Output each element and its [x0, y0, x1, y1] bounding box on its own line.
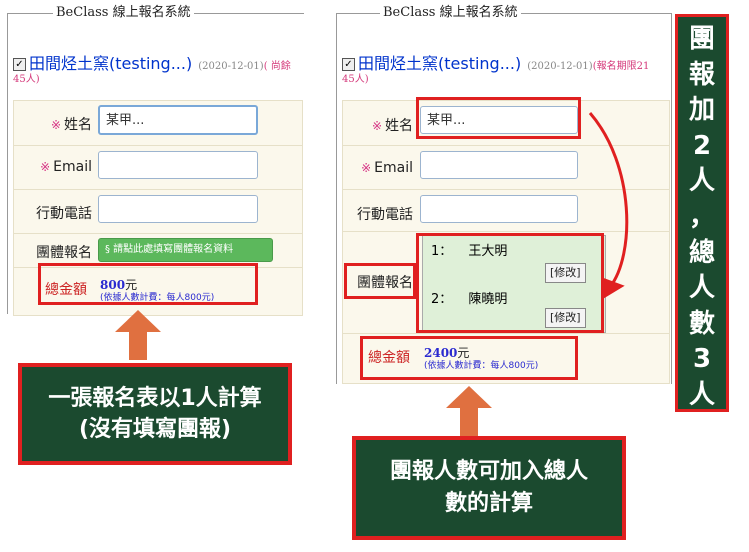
- group-register-button[interactable]: § 請點此處填寫團體報名資料: [98, 238, 273, 262]
- callout-line-2: 數的計算: [444, 491, 533, 516]
- up-arrow-icon: [446, 386, 492, 436]
- event-quota-count: 45人): [13, 74, 40, 85]
- event-deadline: (報名期限21: [592, 61, 650, 72]
- event-title-row: ✓ 田間烃土窯(testing...) (2020-12-01)(報名期限21: [342, 50, 649, 74]
- callout-group-registration: 團報人數可加入總人 數的計算: [352, 436, 626, 540]
- callout-line-1: 團報人數可加入總人: [389, 459, 588, 484]
- callout-line-1: 一張報名表以1人計算: [48, 386, 262, 411]
- email-row: ※ Email: [14, 145, 302, 190]
- required-mark: ※: [361, 161, 372, 175]
- required-mark: ※: [371, 119, 382, 133]
- event-title-row: ✓ 田間烃土窯(testing...) (2020-12-01)( 尚餘: [13, 50, 291, 74]
- email-input[interactable]: [98, 151, 258, 179]
- name-input[interactable]: 某甲...: [98, 105, 258, 135]
- event-date: (2020-12-01): [198, 61, 264, 72]
- callout-vertical-total: 團 報 加 2 人 ， 總 人 數 3 人: [675, 14, 729, 412]
- phone-label: 行動電話: [36, 206, 92, 222]
- phone-input[interactable]: [98, 195, 258, 223]
- event-title[interactable]: 田間烃土窯(testing...): [29, 54, 192, 73]
- event-quota: ( 尚餘: [263, 61, 291, 72]
- callout-line-2: (沒有填寫團報): [78, 417, 232, 442]
- required-mark: ※: [40, 160, 51, 174]
- group-label: 團體報名: [36, 245, 92, 261]
- phone-label: 行動電話: [357, 207, 413, 223]
- callout-single-registration: 一張報名表以1人計算 (沒有填寫團報): [18, 363, 292, 465]
- total-highlight-box: [38, 263, 258, 305]
- email-input[interactable]: [420, 151, 578, 179]
- name-row: ※ 姓名 某甲...: [14, 101, 302, 145]
- event-title[interactable]: 田間烃土窯(testing...): [358, 54, 521, 73]
- event-date: (2020-12-01): [527, 61, 593, 72]
- group-members-highlight-box: [416, 233, 604, 333]
- required-mark: ※: [50, 118, 61, 132]
- system-title: BeClass 線上報名系統: [53, 5, 194, 21]
- phone-input[interactable]: [420, 195, 578, 223]
- email-label: Email: [53, 159, 92, 175]
- group-label-highlight-box: [344, 263, 416, 299]
- name-highlight-box: [416, 97, 581, 139]
- total-highlight-box: [360, 336, 578, 380]
- curved-arrow-icon: [588, 112, 629, 300]
- email-label: Email: [374, 160, 413, 176]
- phone-row: 行動電話: [14, 189, 302, 234]
- system-title: BeClass 線上報名系統: [380, 5, 521, 21]
- up-arrow-icon: [115, 310, 161, 360]
- name-label: 姓名: [385, 118, 413, 134]
- event-quota-count: 45人): [342, 74, 369, 85]
- name-label: 姓名: [64, 117, 92, 133]
